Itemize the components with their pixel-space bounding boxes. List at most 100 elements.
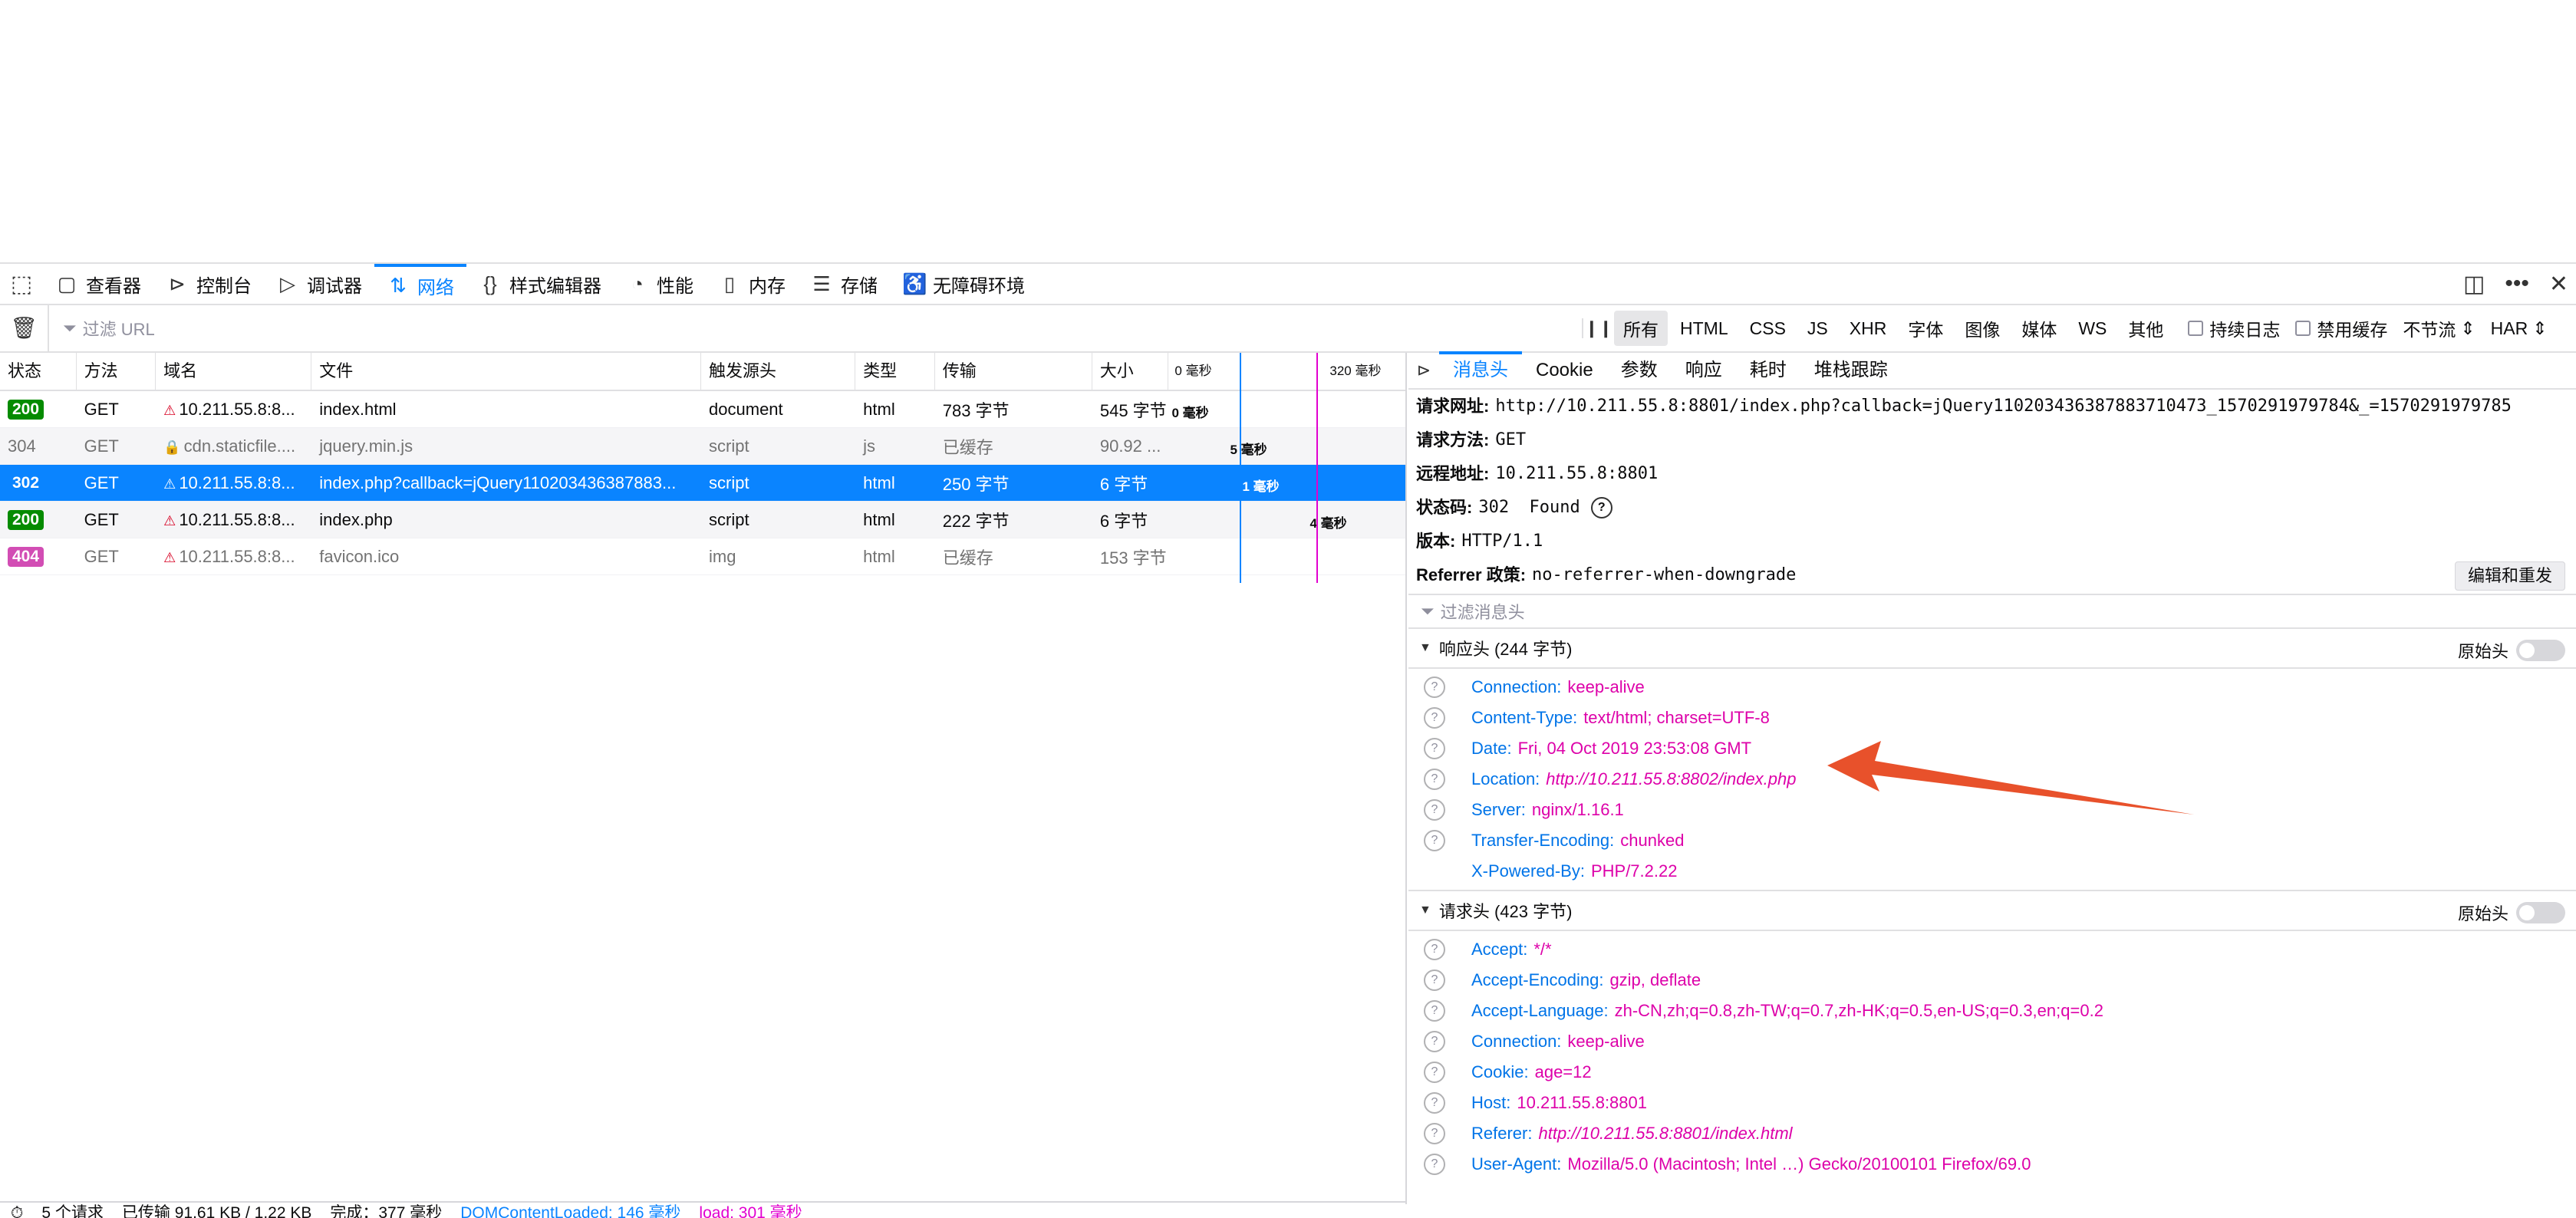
help-icon[interactable]: ? (1424, 830, 1445, 851)
dock-icon[interactable]: ◫ (2463, 271, 2485, 298)
help-icon[interactable]: ? (1424, 769, 1445, 790)
toggle-sidebar-icon[interactable]: ⊳ (1408, 360, 1439, 380)
checkbox-box[interactable] (2295, 321, 2311, 336)
method-cell-text: GET (84, 436, 119, 456)
pause-icon[interactable]: ❙❙ (1582, 318, 1614, 338)
col-status[interactable]: 状态 (0, 353, 77, 390)
header-row[interactable]: ? Content-Type: text/html; charset=UTF-8 (1408, 703, 2576, 733)
checkbox-box[interactable] (2188, 321, 2204, 336)
tab-storage[interactable]: ☰ 存储 (798, 264, 890, 304)
col-cause[interactable]: 触发源头 (701, 353, 856, 390)
help-icon[interactable]: ? (1424, 861, 1445, 882)
help-icon[interactable]: ? (1424, 676, 1445, 698)
header-row[interactable]: ? X-Powered-By:PHP/7.2.22 (1408, 856, 2576, 887)
close-icon[interactable]: ✕ (2549, 271, 2568, 298)
tab-cookies[interactable]: Cookie (1522, 353, 1607, 388)
headers-filter-input[interactable]: ⏷ 过滤消息头 (1408, 594, 2576, 629)
header-row[interactable]: ? Server: nginx/1.16.1 (1408, 795, 2576, 825)
col-size[interactable]: 大小 (1092, 353, 1169, 390)
disable-cache-checkbox[interactable]: 禁用缓存 (2295, 315, 2387, 341)
url-filter-input[interactable]: ⏷ 过滤 URL (49, 316, 1582, 341)
method-cell: GET (77, 400, 156, 420)
edit-resend-button[interactable]: 编辑和重发 (2454, 561, 2565, 591)
col-file[interactable]: 文件 (311, 353, 701, 390)
stopwatch-icon[interactable]: ⏱ (11, 1203, 23, 1218)
header-row[interactable]: ? Referer: http://10.211.55.8:8801/index.h… (1408, 1118, 2576, 1149)
filter-ws[interactable]: WS (2069, 314, 2116, 344)
tab-inspector[interactable]: ▢ 查看器 (43, 264, 153, 304)
header-row[interactable]: ? Host: 10.211.55.8:8801 (1408, 1088, 2576, 1118)
filter-js[interactable]: JS (1798, 314, 1837, 344)
filter-html[interactable]: HTML (1671, 314, 1738, 344)
table-row[interactable]: 200 GET ⚠ 10.211.55.8:8... index.php script ht… (0, 502, 1405, 538)
tab-accessibility[interactable]: ♿ 无障碍环境 (890, 264, 1037, 304)
url-filter-placeholder: 过滤 URL (82, 320, 155, 339)
tab-stack-trace[interactable]: 堆栈跟踪 (1800, 353, 1902, 388)
header-row[interactable]: ? Accept-Encoding: gzip, deflate (1408, 965, 2576, 996)
tab-response[interactable]: 响应 (1672, 353, 1736, 388)
tab-timings[interactable]: 耗时 (1736, 353, 1800, 388)
filter-fonts[interactable]: 字体 (1899, 311, 1952, 346)
har-menu[interactable]: HAR ⇕ (2491, 318, 2548, 339)
tab-style-editor[interactable]: {} 样式编辑器 (466, 264, 614, 304)
help-icon[interactable]: ? (1424, 1154, 1445, 1175)
col-transferred[interactable]: 传输 (935, 353, 1092, 390)
col-waterfall[interactable]: 0 毫秒 320 毫秒 (1168, 353, 1405, 390)
toggle-switch[interactable] (2516, 902, 2565, 923)
persist-logs-checkbox[interactable]: 持续日志 (2188, 315, 2280, 341)
trash-icon[interactable]: 🗑 (0, 305, 49, 351)
table-row[interactable]: 404 GET ⚠ 10.211.55.8:8... favicon.ico img htm… (0, 538, 1405, 575)
help-icon[interactable]: ? (1424, 799, 1445, 821)
tab-network[interactable]: ⇅ 网络 (374, 264, 466, 304)
help-icon[interactable]: ? (1424, 1031, 1445, 1052)
element-picker-icon[interactable]: ⬚ (0, 264, 43, 304)
filter-media[interactable]: 媒体 (2012, 311, 2066, 346)
col-method[interactable]: 方法 (77, 353, 156, 390)
help-icon[interactable]: ? (1424, 969, 1445, 991)
help-icon[interactable]: ? (1424, 1123, 1445, 1144)
table-row[interactable]: 200 GET ⚠ 10.211.55.8:8... index.html documen… (0, 391, 1405, 428)
status-badge: 304 (8, 436, 36, 456)
help-icon[interactable]: ? (1424, 1000, 1445, 1022)
toggle-switch[interactable] (2516, 640, 2565, 661)
header-row[interactable]: ? Connection: keep-alive (1408, 1026, 2576, 1057)
more-icon[interactable]: ••• (2505, 271, 2529, 297)
header-row[interactable]: ? Accept-Language: zh-CN,zh;q=0.8,zh-TW;q=… (1408, 996, 2576, 1026)
tab-memory[interactable]: ▯ 内存 (706, 264, 798, 304)
help-icon[interactable]: ? (1424, 738, 1445, 759)
header-row[interactable]: ? Location: http://10.211.55.8:8802/index.… (1408, 764, 2576, 795)
tab-params[interactable]: 参数 (1607, 353, 1672, 388)
filter-other[interactable]: 其他 (2119, 311, 2172, 346)
help-icon[interactable]: ? (1590, 497, 1612, 518)
table-row[interactable]: 304 GET 🔒 cdn.staticfile.... jquery.min.js sc… (0, 428, 1405, 465)
col-type[interactable]: 类型 (855, 353, 935, 390)
request-headers-section[interactable]: ▼ 请求头 (423 字节) 原始头 (1408, 891, 2576, 931)
col-domain[interactable]: 域名 (156, 353, 312, 390)
filter-all[interactable]: 所有 (1614, 311, 1668, 346)
filter-xhr[interactable]: XHR (1840, 314, 1896, 344)
help-icon[interactable]: ? (1424, 939, 1445, 960)
raw-headers-toggle[interactable]: 原始头 (2458, 638, 2565, 663)
help-icon[interactable]: ? (1424, 707, 1445, 729)
help-icon[interactable]: ? (1424, 1092, 1445, 1114)
raw-headers-toggle[interactable]: 原始头 (2458, 900, 2565, 925)
header-row[interactable]: ? Accept: */* (1408, 934, 2576, 965)
header-row[interactable]: ? Connection: keep-alive (1408, 672, 2576, 703)
throttle-select[interactable]: 不节流 ⇕ (2403, 315, 2475, 341)
status-badge: 200 (8, 510, 44, 530)
help-icon[interactable]: ? (1424, 1062, 1445, 1083)
tab-headers[interactable]: 消息头 (1439, 351, 1522, 390)
header-row[interactable]: ? Date: Fri, 04 Oct 2019 23:53:08 GMT (1408, 733, 2576, 764)
response-headers-section[interactable]: ▼ 响应头 (244 字节) 原始头 (1408, 629, 2576, 669)
request-url-value[interactable]: http://10.211.55.8:8801/index.php?callba… (1495, 390, 2512, 423)
tab-performance[interactable]: ◔ 性能 (614, 264, 706, 304)
tab-debugger[interactable]: ▷ 调试器 (264, 264, 374, 304)
tab-console[interactable]: ⊳ 控制台 (153, 264, 264, 304)
filter-css[interactable]: CSS (1741, 314, 1795, 344)
header-row[interactable]: ? Transfer-Encoding: chunked (1408, 825, 2576, 856)
header-row[interactable]: ? User-Agent: Mozilla/5.0 (Macintosh; Inte… (1408, 1149, 2576, 1180)
header-row[interactable]: ? Cookie: age=12 (1408, 1057, 2576, 1088)
filter-images[interactable]: 图像 (1955, 311, 2009, 346)
header-name: Accept: (1471, 940, 1528, 959)
table-row[interactable]: 302 GET ⚠ 10.211.55.8:8... index.php?callbac… (0, 465, 1405, 502)
